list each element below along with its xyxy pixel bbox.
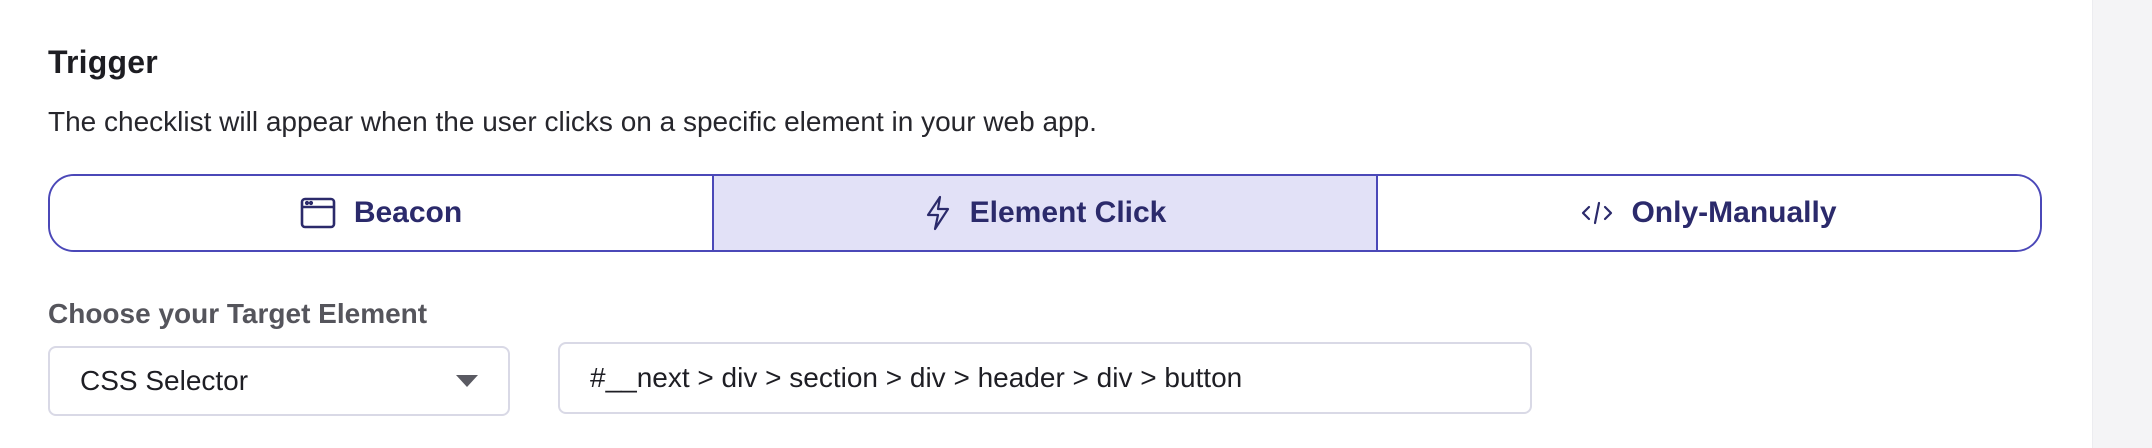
trigger-type-segmented-control: Beacon Element Click Only-Manually (48, 174, 2042, 252)
trigger-option-label: Only-Manually (1631, 196, 1837, 229)
trigger-option-beacon[interactable]: Beacon (50, 176, 712, 250)
trigger-option-only-manually[interactable]: Only-Manually (1376, 176, 2040, 250)
code-icon (1581, 199, 1613, 227)
selector-type-value: CSS Selector (80, 365, 249, 396)
chevron-down-icon (456, 375, 478, 387)
target-element-label: Choose your Target Element (48, 298, 428, 329)
trigger-option-label: Beacon (353, 196, 463, 229)
trigger-settings-panel: Trigger The checklist will appear when t… (0, 0, 2152, 448)
lightning-icon (924, 195, 952, 231)
css-selector-input[interactable] (558, 342, 1532, 414)
section-description: The checklist will appear when the user … (48, 106, 1097, 137)
section-title: Trigger (48, 44, 158, 80)
trigger-option-element-click[interactable]: Element Click (712, 176, 1376, 250)
right-side-rail (2092, 0, 2152, 448)
selector-type-dropdown[interactable]: CSS Selector (48, 346, 510, 416)
browser-window-icon (300, 197, 336, 229)
trigger-option-label: Element Click (969, 196, 1167, 229)
